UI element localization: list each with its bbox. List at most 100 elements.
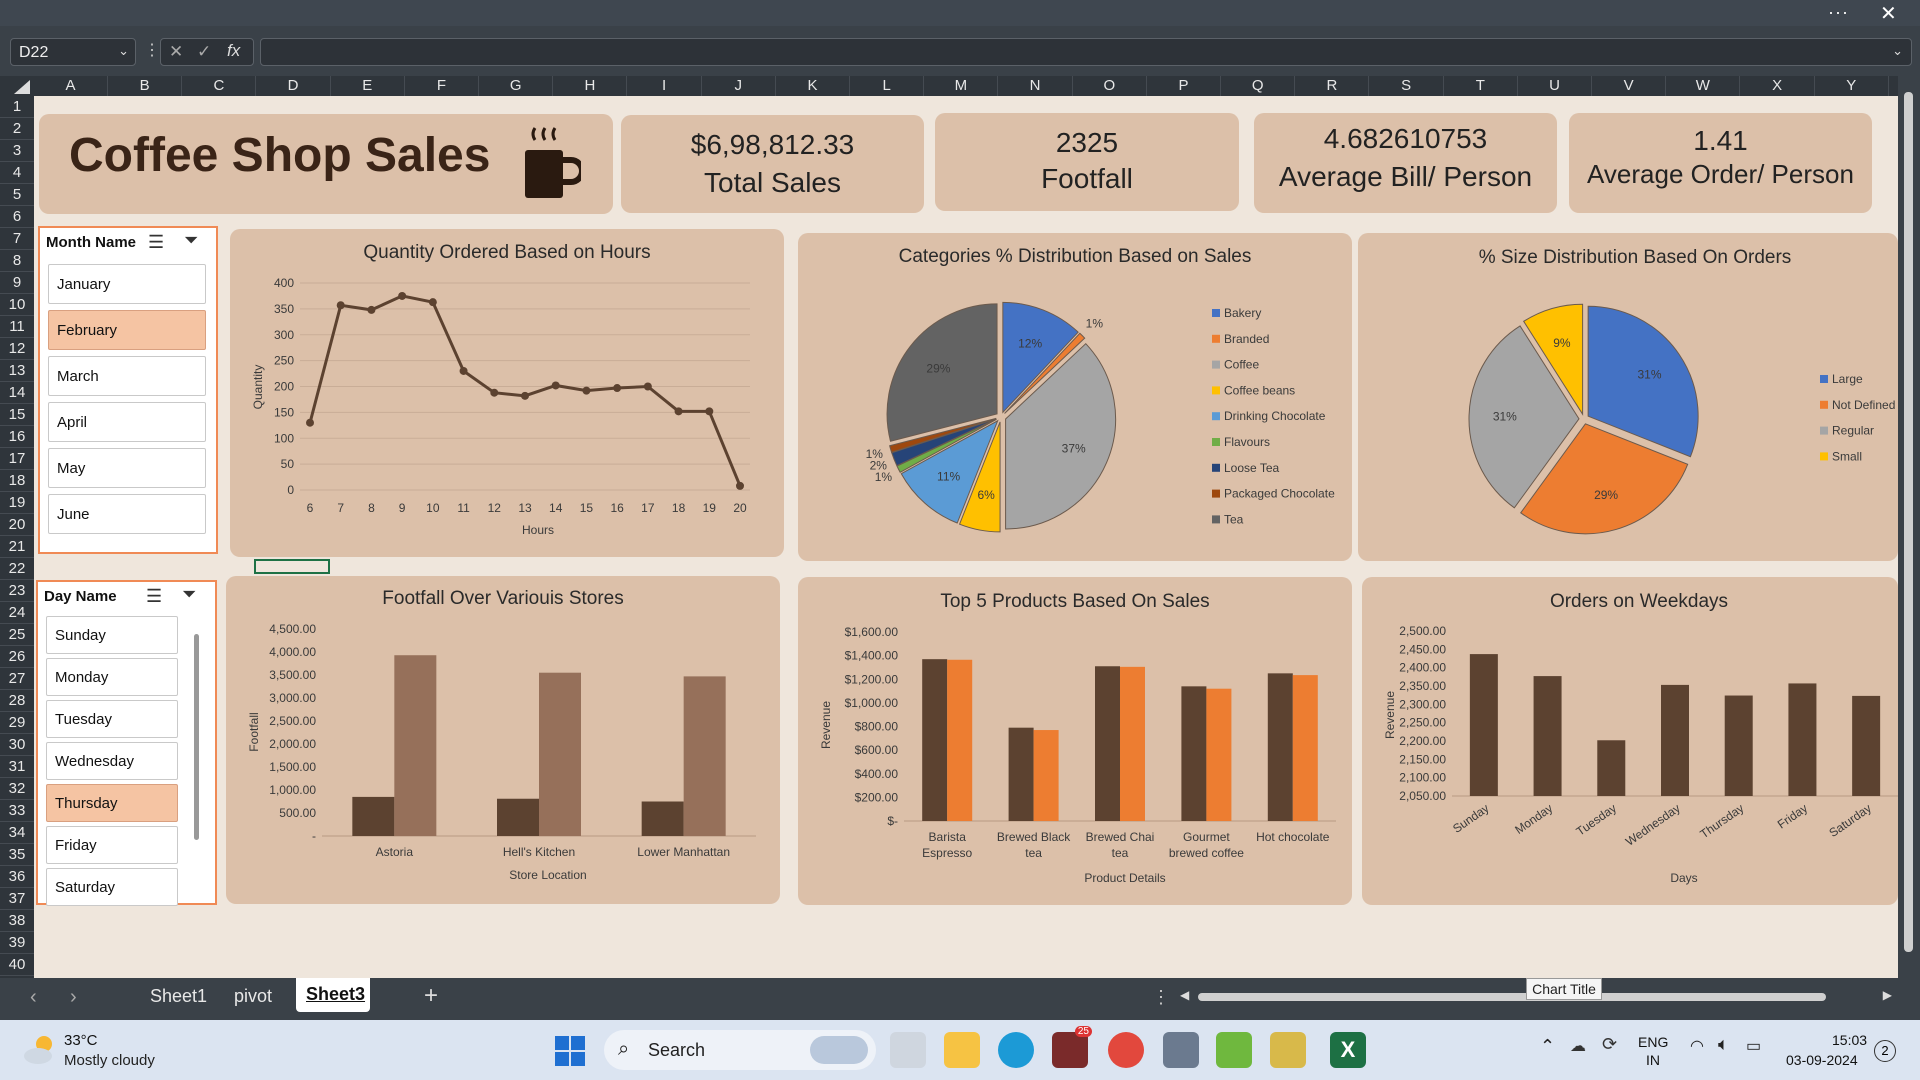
column-header[interactable]: Y	[1815, 76, 1889, 96]
check-icon[interactable]: ✓	[197, 42, 211, 62]
scroll-right-icon[interactable]: ▶	[1883, 988, 1892, 1002]
battery-icon[interactable]: ▭	[1746, 1036, 1761, 1056]
telegram-icon[interactable]: 25	[1052, 1026, 1092, 1068]
row-header[interactable]: 4	[0, 162, 34, 184]
row-header[interactable]: 12	[0, 338, 34, 360]
slicer-item[interactable]: Sunday	[46, 616, 178, 654]
start-button[interactable]	[555, 1036, 585, 1066]
clear-filter-icon[interactable]: ⏷	[182, 584, 196, 605]
slicer-item[interactable]: February	[48, 310, 206, 350]
row-header[interactable]: 17	[0, 448, 34, 470]
slicer-item[interactable]: May	[48, 448, 206, 488]
row-header[interactable]: 8	[0, 250, 34, 272]
slicer-scrollbar[interactable]	[194, 634, 199, 840]
function-icon[interactable]: fx	[227, 41, 240, 61]
prev-sheet-icon[interactable]: ‹	[30, 986, 37, 1009]
clock-date[interactable]: 03-09-2024	[1786, 1052, 1858, 1068]
row-header[interactable]: 20	[0, 514, 34, 536]
row-header[interactable]: 24	[0, 602, 34, 624]
slicer-item[interactable]: Wednesday	[46, 742, 178, 780]
column-header[interactable]: G	[479, 76, 554, 96]
app-icon[interactable]	[1270, 1032, 1306, 1068]
weather-cloud-icon[interactable]	[20, 1034, 60, 1066]
row-header[interactable]: 39	[0, 932, 34, 954]
slicer-item[interactable]: January	[48, 264, 206, 304]
formula-input[interactable]: ⌄	[260, 38, 1912, 66]
task-view-icon[interactable]	[890, 1032, 926, 1068]
row-header[interactable]: 31	[0, 756, 34, 778]
weather-desc[interactable]: Mostly cloudy	[64, 1052, 155, 1069]
column-header[interactable]: F	[405, 76, 479, 96]
row-header[interactable]: 6	[0, 206, 34, 228]
column-header[interactable]: X	[1741, 76, 1815, 96]
row-header[interactable]: 27	[0, 668, 34, 690]
slicer-item[interactable]: Friday	[46, 826, 178, 864]
row-header[interactable]: 30	[0, 734, 34, 756]
select-all-corner[interactable]	[14, 80, 30, 94]
more-options-icon[interactable]: ···	[1828, 2, 1849, 23]
day-slicer[interactable]: Day Name ☰ ⏷ Sunday Monday Tuesday Wednesda…	[36, 580, 217, 906]
row-header[interactable]: 22	[0, 558, 34, 580]
row-header[interactable]: 1	[0, 96, 34, 118]
column-header[interactable]: P	[1147, 76, 1221, 96]
column-header[interactable]: C	[182, 76, 257, 96]
add-sheet-icon[interactable]: +	[424, 982, 438, 1010]
chart-card-footfall[interactable]: Footfall Over Variouis Stores -500.00 1,0…	[226, 576, 780, 904]
chart-card-weekdays[interactable]: Orders on Weekdays 2,050.00 2,100.00 2,150…	[1362, 577, 1898, 905]
row-header[interactable]: 37	[0, 888, 34, 910]
slicer-item[interactable]: Saturday	[46, 868, 178, 906]
column-header[interactable]: I	[628, 76, 702, 96]
weather-temp[interactable]: 33°C	[64, 1032, 98, 1049]
column-header[interactable]: B	[108, 76, 183, 96]
month-slicer[interactable]: Month Name ☰ ⏷ January February March April…	[38, 226, 218, 554]
sync-icon[interactable]: ⟳	[1602, 1034, 1617, 1055]
slicer-item[interactable]: March	[48, 356, 206, 396]
row-header[interactable]: 18	[0, 470, 34, 492]
kebab-icon[interactable]: ⋮	[144, 40, 160, 60]
column-header[interactable]: D	[257, 76, 331, 96]
column-header[interactable]: S	[1370, 76, 1444, 96]
row-header[interactable]: 11	[0, 316, 34, 338]
row-header[interactable]: 10	[0, 294, 34, 316]
close-icon[interactable]: ✕	[1880, 1, 1897, 26]
slicer-item[interactable]: April	[48, 402, 206, 442]
volume-icon[interactable]: 🔈︎	[1718, 1034, 1729, 1055]
chrome-icon[interactable]	[1108, 1032, 1144, 1068]
row-header[interactable]: 40	[0, 954, 34, 976]
row-header[interactable]: 16	[0, 426, 34, 448]
column-header[interactable]: V	[1592, 76, 1667, 96]
chart-card-size[interactable]: % Size Distribution Based On Orders 31% 2…	[1358, 233, 1898, 561]
lang-bottom[interactable]: IN	[1646, 1052, 1660, 1068]
row-header[interactable]: 15	[0, 404, 34, 426]
calculator-icon[interactable]	[1163, 1032, 1199, 1068]
notification-badge[interactable]: 2	[1874, 1040, 1896, 1062]
column-header[interactable]: K	[776, 76, 850, 96]
selected-cell[interactable]	[254, 559, 330, 574]
row-header[interactable]: 14	[0, 382, 34, 404]
column-header[interactable]: M	[924, 76, 999, 96]
search-box[interactable]: ⌕ Search	[604, 1030, 876, 1070]
scroll-left-icon[interactable]: ◀	[1180, 988, 1189, 1002]
column-header[interactable]: Q	[1221, 76, 1296, 96]
onedrive-icon[interactable]: ☁	[1570, 1036, 1586, 1056]
next-sheet-icon[interactable]: ›	[70, 986, 77, 1009]
name-box[interactable]: D22 ⌄	[10, 38, 136, 66]
chevron-up-icon[interactable]: ⌃	[1540, 1036, 1555, 1057]
excel-icon[interactable]: X	[1330, 1032, 1366, 1068]
app-icon[interactable]	[1216, 1032, 1252, 1068]
tab-sheet1[interactable]: Sheet1	[150, 986, 207, 1007]
chart-card-quantity-hours[interactable]: Quantity Ordered Based on Hours 0 50 100 15…	[230, 229, 784, 557]
row-header[interactable]: 7	[0, 228, 34, 250]
multi-select-icon[interactable]: ☰	[146, 586, 162, 607]
column-header[interactable]: A	[34, 76, 108, 96]
chevron-down-icon[interactable]: ⌄	[118, 43, 129, 59]
tab-pivot[interactable]: pivot	[234, 986, 272, 1007]
tab-sheet3-active[interactable]: Sheet3	[296, 978, 370, 1012]
column-header[interactable]: W	[1666, 76, 1741, 96]
row-header[interactable]: 23	[0, 580, 34, 602]
column-header[interactable]: E	[331, 76, 405, 96]
multi-select-icon[interactable]: ☰	[148, 232, 164, 253]
row-header[interactable]: 2	[0, 118, 34, 140]
scroll-thumb[interactable]	[1904, 92, 1913, 952]
row-header[interactable]: 29	[0, 712, 34, 734]
